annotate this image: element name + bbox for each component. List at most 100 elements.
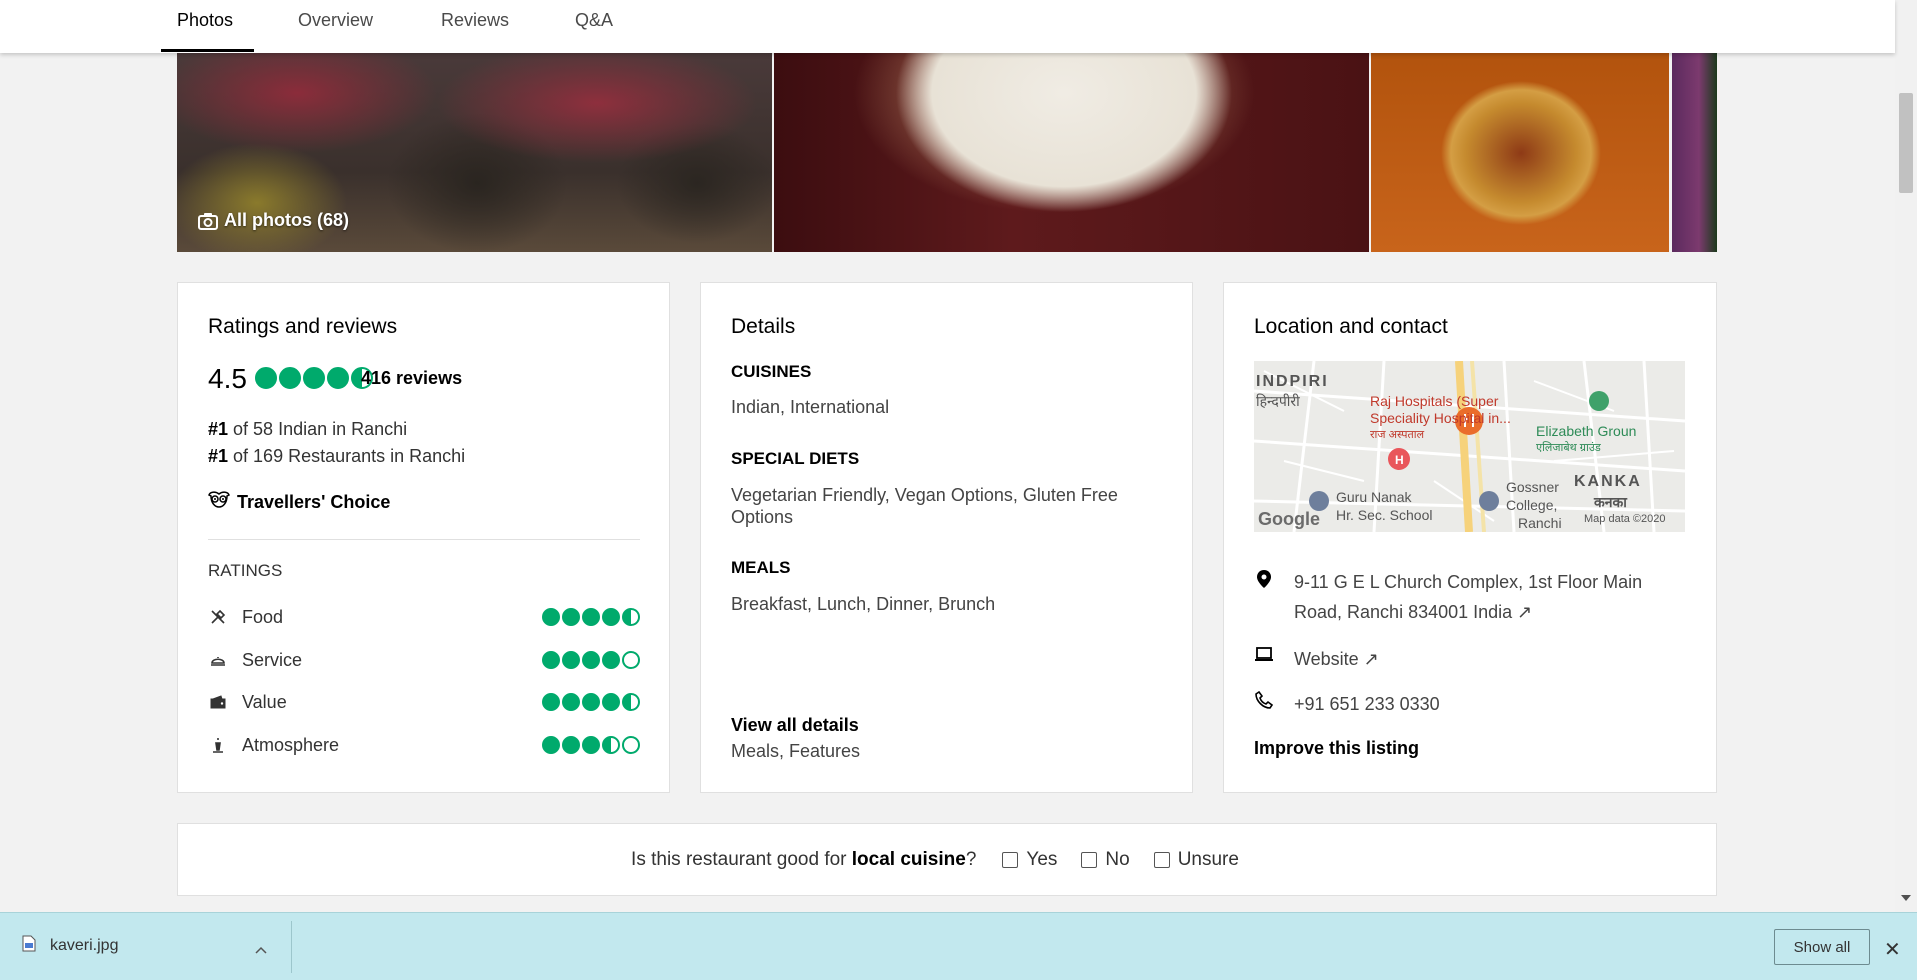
rating-row-value: Value — [208, 690, 640, 714]
reviews-count-link[interactable]: 416 reviews — [361, 368, 462, 389]
bubble-full — [582, 651, 600, 669]
phone-row[interactable]: +91 651 233 0330 — [1254, 689, 1440, 719]
map-label: Guru Nanak — [1336, 489, 1412, 505]
view-all-details-link[interactable]: View all details — [731, 715, 859, 736]
bubble-full — [582, 736, 600, 754]
checkbox-box[interactable] — [1002, 851, 1019, 868]
atmosphere-icon — [208, 737, 228, 753]
bubble-empty — [622, 651, 640, 669]
meals-heading: MEALS — [731, 558, 791, 577]
rating-bubbles — [542, 693, 640, 711]
cuisines-heading: CUISINES — [731, 362, 812, 381]
photo-curry-bowl[interactable] — [1371, 53, 1669, 252]
checkbox-box[interactable] — [1081, 851, 1098, 868]
question-prefix: Is this restaurant good for — [631, 848, 852, 870]
rank-text: of 58 Indian in Ranchi — [228, 419, 408, 439]
question-bold: local cuisine — [851, 848, 966, 870]
rating-label: Atmosphere — [242, 734, 340, 755]
checkbox-yes[interactable]: Yes — [1002, 849, 1057, 871]
rank-indian[interactable]: #1 of 58 Indian in Ranchi — [208, 419, 407, 440]
map-attribution: Map data ©2020 — [1584, 513, 1666, 525]
all-photos-button[interactable]: All photos (68) — [198, 210, 349, 231]
laptop-icon — [1254, 644, 1274, 662]
bubble-full — [303, 367, 325, 389]
download-filename: kaveri.jpg — [50, 937, 119, 954]
tab-overview[interactable]: Overview — [298, 10, 373, 31]
bubble-full — [255, 367, 277, 389]
local-cuisine-question: Is this restaurant good for local cuisin… — [177, 823, 1717, 896]
bubble-full — [542, 693, 560, 711]
photo-partial[interactable] — [1672, 53, 1717, 252]
map-label: KANKA — [1574, 473, 1642, 490]
map-label: Ranchi — [1518, 515, 1562, 531]
map-label: Hr. Sec. School — [1336, 507, 1433, 523]
tab-qa[interactable]: Q&A — [575, 10, 613, 31]
checkbox-box[interactable] — [1153, 851, 1170, 868]
bubble-full — [542, 651, 560, 669]
map-label: Elizabeth Groun — [1536, 423, 1637, 439]
bubble-half — [602, 736, 620, 754]
bubble-half — [622, 608, 640, 626]
rating-bubbles — [542, 608, 640, 626]
improve-listing-link[interactable]: Improve this listing — [1254, 738, 1419, 759]
page-scrollbar[interactable] — [1895, 0, 1917, 912]
svg-text:H: H — [1395, 453, 1404, 467]
scroll-down-arrow-icon[interactable] — [1901, 895, 1911, 901]
wallet-icon — [208, 695, 228, 709]
bubble-full — [542, 608, 560, 626]
fork-knife-icon — [208, 609, 228, 625]
bubble-full — [602, 608, 620, 626]
all-photos-label: All photos (68) — [224, 210, 349, 230]
divider — [291, 921, 292, 973]
map-label: कनका — [1594, 494, 1627, 510]
camera-icon — [198, 212, 218, 230]
tab-photos[interactable]: Photos — [177, 10, 233, 31]
rating-label: Value — [242, 691, 287, 712]
ratings-card-title: Ratings and reviews — [208, 315, 398, 338]
website-link[interactable]: Website ↗ — [1294, 644, 1379, 674]
download-item[interactable]: kaveri.jpg — [22, 935, 118, 957]
bubble-full — [562, 693, 580, 711]
chevron-up-icon[interactable] — [255, 941, 267, 959]
location-card-title: Location and contact — [1254, 315, 1448, 338]
map-label: एलिजाबेथ ग्राउंड — [1536, 442, 1601, 454]
details-card: Details CUISINES Indian, International S… — [700, 282, 1193, 793]
website-row[interactable]: Website ↗ — [1254, 644, 1379, 674]
show-all-button[interactable]: Show all — [1774, 929, 1870, 965]
rank-restaurants[interactable]: #1 of 169 Restaurants in Ranchi — [208, 446, 465, 467]
checkbox-label: Yes — [1026, 848, 1058, 870]
address-text: 9-11 G E L Church Complex, 1st Floor Mai… — [1294, 572, 1643, 622]
phone-number[interactable]: +91 651 233 0330 — [1294, 689, 1440, 719]
rating-bubbles — [542, 651, 640, 669]
active-tab-indicator — [161, 49, 254, 52]
google-logo: Google — [1258, 509, 1320, 529]
rank-number: #1 — [208, 419, 229, 439]
map-label: Raj Hospitals (Super — [1370, 393, 1499, 409]
photo-interior[interactable]: All photos (68) — [177, 53, 772, 252]
overall-bubbles — [255, 367, 373, 389]
tab-reviews[interactable]: Reviews — [441, 10, 509, 31]
bubble-full — [582, 693, 600, 711]
bubble-empty — [622, 736, 640, 754]
bubble-full — [327, 367, 349, 389]
location-pin-icon — [1254, 567, 1274, 589]
map-label: राज अस्पताल — [1370, 429, 1425, 441]
address-row[interactable]: 9-11 G E L Church Complex, 1st Floor Mai… — [1254, 567, 1684, 627]
location-card: Location and contact H INDPIRI हिन्दपीरी… — [1223, 282, 1717, 793]
checkbox-no[interactable]: No — [1081, 848, 1130, 871]
close-icon[interactable]: ✕ — [1884, 937, 1901, 962]
photo-pizza[interactable] — [774, 53, 1369, 252]
map-label: हिन्दपीरी — [1256, 393, 1300, 409]
map-label: INDPIRI — [1256, 373, 1329, 390]
location-map[interactable]: H INDPIRI हिन्दपीरी Raj Hospitals (Super… — [1254, 361, 1685, 532]
ratings-heading: RATINGS — [208, 561, 283, 580]
rating-label: Service — [242, 649, 303, 670]
map-label: Gossner — [1506, 479, 1559, 495]
rating-label: Food — [242, 606, 284, 627]
checkbox-unsure[interactable]: Unsure — [1153, 849, 1239, 871]
scrollbar-thumb[interactable] — [1899, 93, 1913, 193]
bubble-full — [602, 651, 620, 669]
bubble-full — [582, 608, 600, 626]
checkbox-label: No — [1105, 848, 1130, 870]
rating-row-atmosphere: Atmosphere — [208, 733, 640, 757]
